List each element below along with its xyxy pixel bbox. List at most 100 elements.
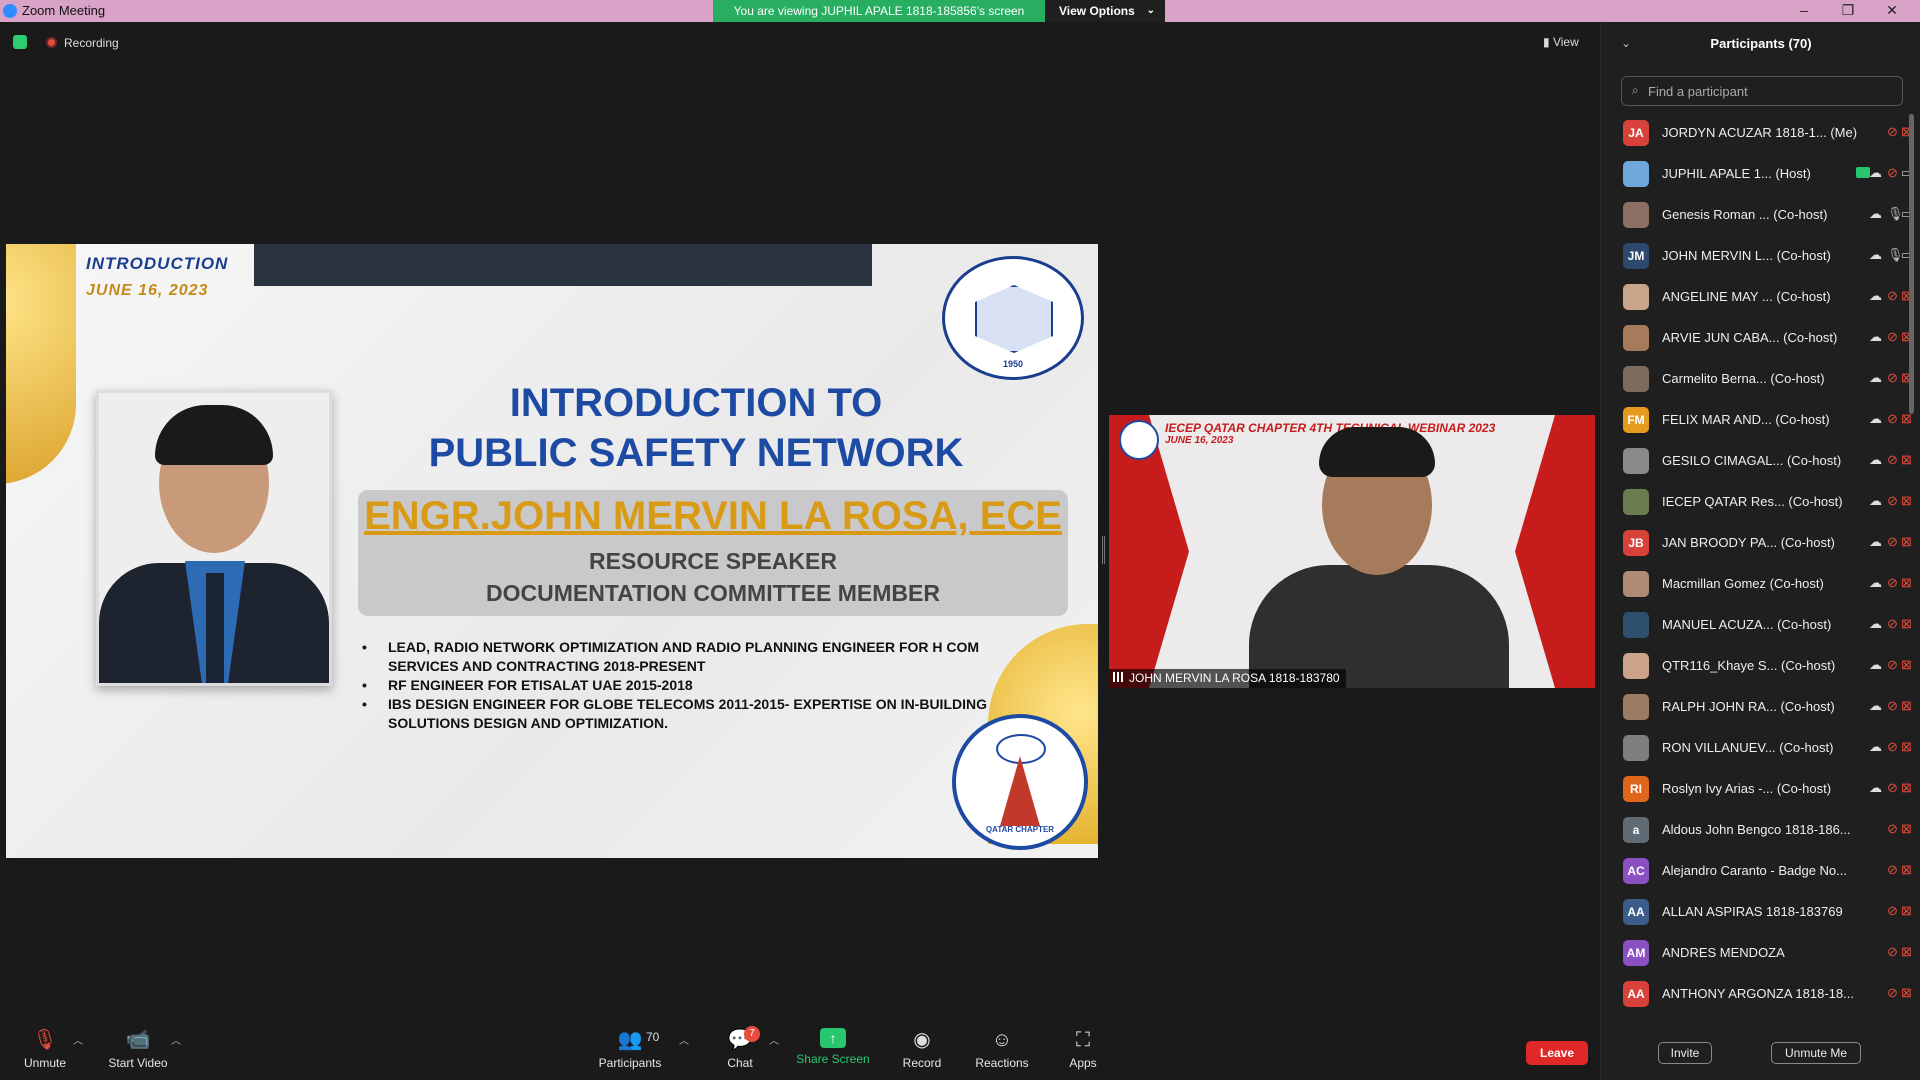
participants-button[interactable]: 👥 Participants (585, 1028, 675, 1070)
speaker-hair (1319, 427, 1435, 477)
participant-row[interactable]: FM FELIX MAR AND... (Co-host) ☁ ⊘ ⊠ (1601, 399, 1912, 440)
video-off-icon[interactable]: ⊠ (1901, 493, 1912, 509)
mic-off-icon[interactable]: ⊘ (1887, 493, 1898, 509)
participant-row[interactable]: RALPH JOHN RA... (Co-host) ☁ ⊘ ⊠ (1601, 686, 1912, 727)
restore-button[interactable]: ❐ (1826, 0, 1870, 22)
participant-row[interactable]: AA ANTHONY ARGONZA 1818-18... ⊘ ⊠ (1601, 973, 1912, 1014)
avatar: FM (1623, 407, 1649, 433)
view-options-button[interactable]: View Options ⌄ (1045, 0, 1165, 22)
mic-off-icon[interactable]: ⊘ (1887, 329, 1898, 345)
mic-off-icon[interactable]: ⊘ (1887, 370, 1898, 386)
video-off-icon[interactable]: ⊠ (1901, 575, 1912, 591)
participant-name: GESILO CIMAGAL... (Co-host) (1662, 453, 1842, 468)
security-shield-icon[interactable] (13, 35, 27, 49)
chevron-down-icon: ⌄ (1146, 5, 1155, 16)
shared-screen[interactable]: INTRODUCTION JUNE 16, 2023 1950 INTRODUC… (6, 244, 1098, 858)
video-off-icon[interactable]: ⊠ (1901, 739, 1912, 755)
chat-options-caret[interactable]: ︿ (769, 1032, 779, 1047)
participant-row[interactable]: RON VILLANUEV... (Co-host) ☁ ⊘ ⊠ (1601, 727, 1912, 768)
participant-name: JOHN MERVIN L... (Co-host) (1662, 248, 1831, 263)
view-button[interactable]: ▮ View (1537, 33, 1585, 51)
mic-off-icon[interactable]: ⊘ (1887, 452, 1898, 468)
mic-off-icon[interactable]: ⊘ (1887, 985, 1898, 1001)
video-off-icon[interactable]: ⊠ (1901, 944, 1912, 960)
avatar (1623, 366, 1649, 392)
participant-row[interactable]: JM JOHN MERVIN L... (Co-host) ☁ 🎙 ▭ (1601, 235, 1913, 276)
cloud-icon: ☁ (1869, 370, 1882, 385)
video-off-icon[interactable]: ⊠ (1901, 821, 1912, 837)
record-label: Record (902, 1056, 942, 1070)
participant-row[interactable]: JA JORDYN ACUZAR 1818-1... (Me) ⊘ ⊠ (1601, 112, 1912, 153)
mic-off-icon[interactable]: ⊘ (1887, 657, 1898, 673)
audio-options-caret[interactable]: ︿ (73, 1032, 83, 1047)
apps-button[interactable]: ⛶ Apps (1038, 1028, 1128, 1070)
participant-row[interactable]: RI Roslyn Ivy Arias -... (Co-host) ☁ ⊘ ⊠ (1601, 768, 1912, 809)
participant-row[interactable]: Carmelito Berna... (Co-host) ☁ ⊘ ⊠ (1601, 358, 1912, 399)
iecep-engineers-logo: 1950 (942, 256, 1084, 380)
participant-row[interactable]: GESILO CIMAGAL... (Co-host) ☁ ⊘ ⊠ (1601, 440, 1912, 481)
close-button[interactable]: ✕ (1870, 0, 1914, 22)
invite-button[interactable]: Invite (1658, 1042, 1712, 1064)
share-screen-button[interactable]: ↑ Share Screen (788, 1028, 878, 1066)
panel-splitter[interactable] (1102, 536, 1105, 564)
participant-row[interactable]: Genesis Roman ... (Co-host) ☁ 🎙 ▭ (1601, 194, 1913, 235)
participants-options-caret[interactable]: ︿ (679, 1032, 689, 1047)
mic-off-icon[interactable]: ⊘ (1887, 862, 1898, 878)
recording-label[interactable]: Recording (64, 36, 119, 50)
video-off-icon[interactable]: ⊠ (1901, 616, 1912, 632)
mic-off-icon[interactable]: ⊘ (1887, 616, 1898, 632)
avatar: AA (1623, 899, 1649, 925)
minimize-button[interactable]: – (1782, 0, 1826, 22)
speaker-video-tile[interactable]: IECEP QATAR CHAPTER 4TH TECHNICAL WEBINA… (1109, 415, 1595, 688)
video-off-icon[interactable]: ⊠ (1901, 780, 1912, 796)
video-options-caret[interactable]: ︿ (171, 1032, 181, 1047)
video-off-icon[interactable]: ⊠ (1901, 903, 1912, 919)
viewing-screen-banner: You are viewing JUPHIL APALE 1818-185856… (713, 0, 1045, 22)
video-off-icon[interactable]: ⊠ (1901, 985, 1912, 1001)
mic-off-icon[interactable]: ⊘ (1887, 534, 1898, 550)
video-off-icon[interactable]: ⊠ (1901, 452, 1912, 468)
participant-row[interactable]: QTR116_Khaye S... (Co-host) ☁ ⊘ ⊠ (1601, 645, 1912, 686)
cloud-icon: ☁ (1869, 247, 1882, 262)
participant-row[interactable]: a Aldous John Bengco 1818-186... ⊘ ⊠ (1601, 809, 1912, 850)
participant-row[interactable]: JUPHIL APALE 1... (Host) ☁ ⊘ ▭ (1601, 153, 1913, 194)
mic-off-icon[interactable]: ⊘ (1887, 575, 1898, 591)
mic-off-icon[interactable]: ⊘ (1887, 903, 1898, 919)
mic-off-icon[interactable]: ⊘ (1887, 411, 1898, 427)
participant-search[interactable]: ⌕ (1621, 76, 1903, 106)
reactions-button[interactable]: ☺ Reactions (957, 1028, 1047, 1070)
participant-row[interactable]: MANUEL ACUZA... (Co-host) ☁ ⊘ ⊠ (1601, 604, 1912, 645)
participant-list-scrollbar[interactable] (1909, 114, 1914, 414)
participant-row[interactable]: IECEP QATAR Res... (Co-host) ☁ ⊘ ⊠ (1601, 481, 1912, 522)
participant-row[interactable]: ANGELINE MAY ... (Co-host) ☁ ⊘ ⊠ (1601, 276, 1912, 317)
title-bar: Zoom Meeting You are viewing JUPHIL APAL… (0, 0, 1920, 22)
participant-search-input[interactable] (1648, 81, 1898, 101)
mic-off-icon[interactable]: ⊘ (1887, 288, 1898, 304)
mic-off-icon[interactable]: ⊘ (1887, 739, 1898, 755)
participant-row[interactable]: JB JAN BROODY PA... (Co-host) ☁ ⊘ ⊠ (1601, 522, 1912, 563)
participant-row[interactable]: ARVIE JUN CABA... (Co-host) ☁ ⊘ ⊠ (1601, 317, 1912, 358)
mic-off-icon[interactable]: ⊘ (1887, 124, 1898, 140)
participant-row[interactable]: AM ANDRES MENDOZA ⊘ ⊠ (1601, 932, 1912, 973)
mic-off-icon[interactable]: ⊘ (1887, 944, 1898, 960)
mic-off-icon[interactable]: ⊘ (1887, 165, 1898, 181)
mic-off-icon[interactable]: ⊘ (1887, 780, 1898, 796)
video-off-icon[interactable]: ⊠ (1901, 862, 1912, 878)
video-off-icon[interactable]: ⊠ (1901, 698, 1912, 714)
cloud-icon: ☁ (1869, 165, 1882, 180)
video-off-icon[interactable]: ⊠ (1901, 534, 1912, 550)
video-off-icon[interactable]: ⊠ (1901, 657, 1912, 673)
logo-caption: QATAR CHAPTER (985, 825, 1055, 834)
mic-off-icon[interactable]: ⊘ (1887, 821, 1898, 837)
participant-row[interactable]: AC Alejandro Caranto - Badge No... ⊘ ⊠ (1601, 850, 1912, 891)
start-video-button[interactable]: 📹 Start Video (93, 1028, 183, 1070)
participant-row[interactable]: AA ALLAN ASPIRAS 1818-183769 ⊘ ⊠ (1601, 891, 1912, 932)
record-button[interactable]: ◉ Record (877, 1028, 967, 1070)
annotation-toolbar[interactable] (254, 244, 872, 286)
participant-name: IECEP QATAR Res... (Co-host) (1662, 494, 1843, 509)
unmute-me-button[interactable]: Unmute Me (1771, 1042, 1861, 1064)
slide-title: INTRODUCTION TO PUBLIC SAFETY NETWORK (336, 378, 1056, 478)
mic-off-icon[interactable]: ⊘ (1887, 698, 1898, 714)
participant-row[interactable]: Macmillan Gomez (Co-host) ☁ ⊘ ⊠ (1601, 563, 1912, 604)
leave-button[interactable]: Leave (1526, 1041, 1588, 1065)
